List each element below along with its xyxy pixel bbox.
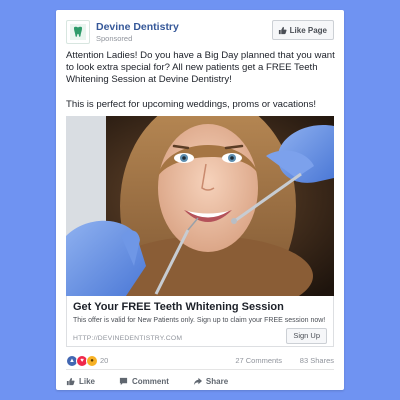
shares-count[interactable]: 83 Shares — [300, 356, 334, 365]
reaction-icons[interactable]: ▲ ♥ ● — [66, 355, 98, 367]
comment-label: Comment — [132, 376, 169, 386]
thumbs-up-icon — [278, 26, 287, 34]
page-logo[interactable] — [66, 20, 90, 44]
like-page-label: Like Page — [289, 25, 327, 35]
ad-post-card: Devine Dentistry Sponsored Like Page Att… — [56, 10, 344, 390]
post-header: Devine Dentistry Sponsored Like Page — [66, 20, 334, 44]
link-title[interactable]: Get Your FREE Teeth Whitening Session — [73, 301, 284, 313]
link-url: HTTP://DEVINEDENTISTRY.COM — [73, 335, 183, 342]
reaction-count[interactable]: 20 — [100, 356, 108, 365]
post-paragraph: This is perfect for upcoming weddings, p… — [66, 98, 317, 110]
share-icon — [193, 377, 202, 385]
share-button[interactable]: Share — [193, 374, 228, 388]
thumbs-up-icon — [66, 377, 75, 385]
tooth-logo-icon — [70, 24, 86, 40]
link-preview[interactable]: Get Your FREE Teeth Whitening Session Th… — [66, 296, 334, 347]
like-button[interactable]: Like — [66, 374, 95, 388]
page-name-link[interactable]: Devine Dentistry — [96, 21, 179, 33]
link-description: This offer is valid for New Patients onl… — [73, 317, 326, 324]
post-paragraph: Attention Ladies! Do you have a Big Day … — [66, 50, 335, 86]
smiling-woman-dental-photo — [66, 116, 334, 296]
wow-reaction-icon: ● — [86, 355, 98, 367]
comments-count[interactable]: 27 Comments — [235, 356, 282, 365]
comment-button[interactable]: Comment — [119, 374, 169, 388]
like-page-button[interactable]: Like Page — [271, 20, 334, 40]
post-actions: Like Comment Share — [66, 374, 334, 388]
ad-photo[interactable] — [66, 116, 334, 296]
sign-up-button[interactable]: Sign Up — [286, 328, 327, 344]
comment-icon — [119, 377, 128, 385]
reactions-bar: ▲ ♥ ● 20 27 Comments 83 Shares — [66, 354, 334, 368]
like-label: Like — [79, 376, 96, 386]
share-label: Share — [205, 376, 229, 386]
sponsored-label: Sponsored — [96, 34, 133, 43]
divider — [66, 369, 334, 370]
post-text: Attention Ladies! Do you have a Big Day … — [66, 50, 336, 123]
